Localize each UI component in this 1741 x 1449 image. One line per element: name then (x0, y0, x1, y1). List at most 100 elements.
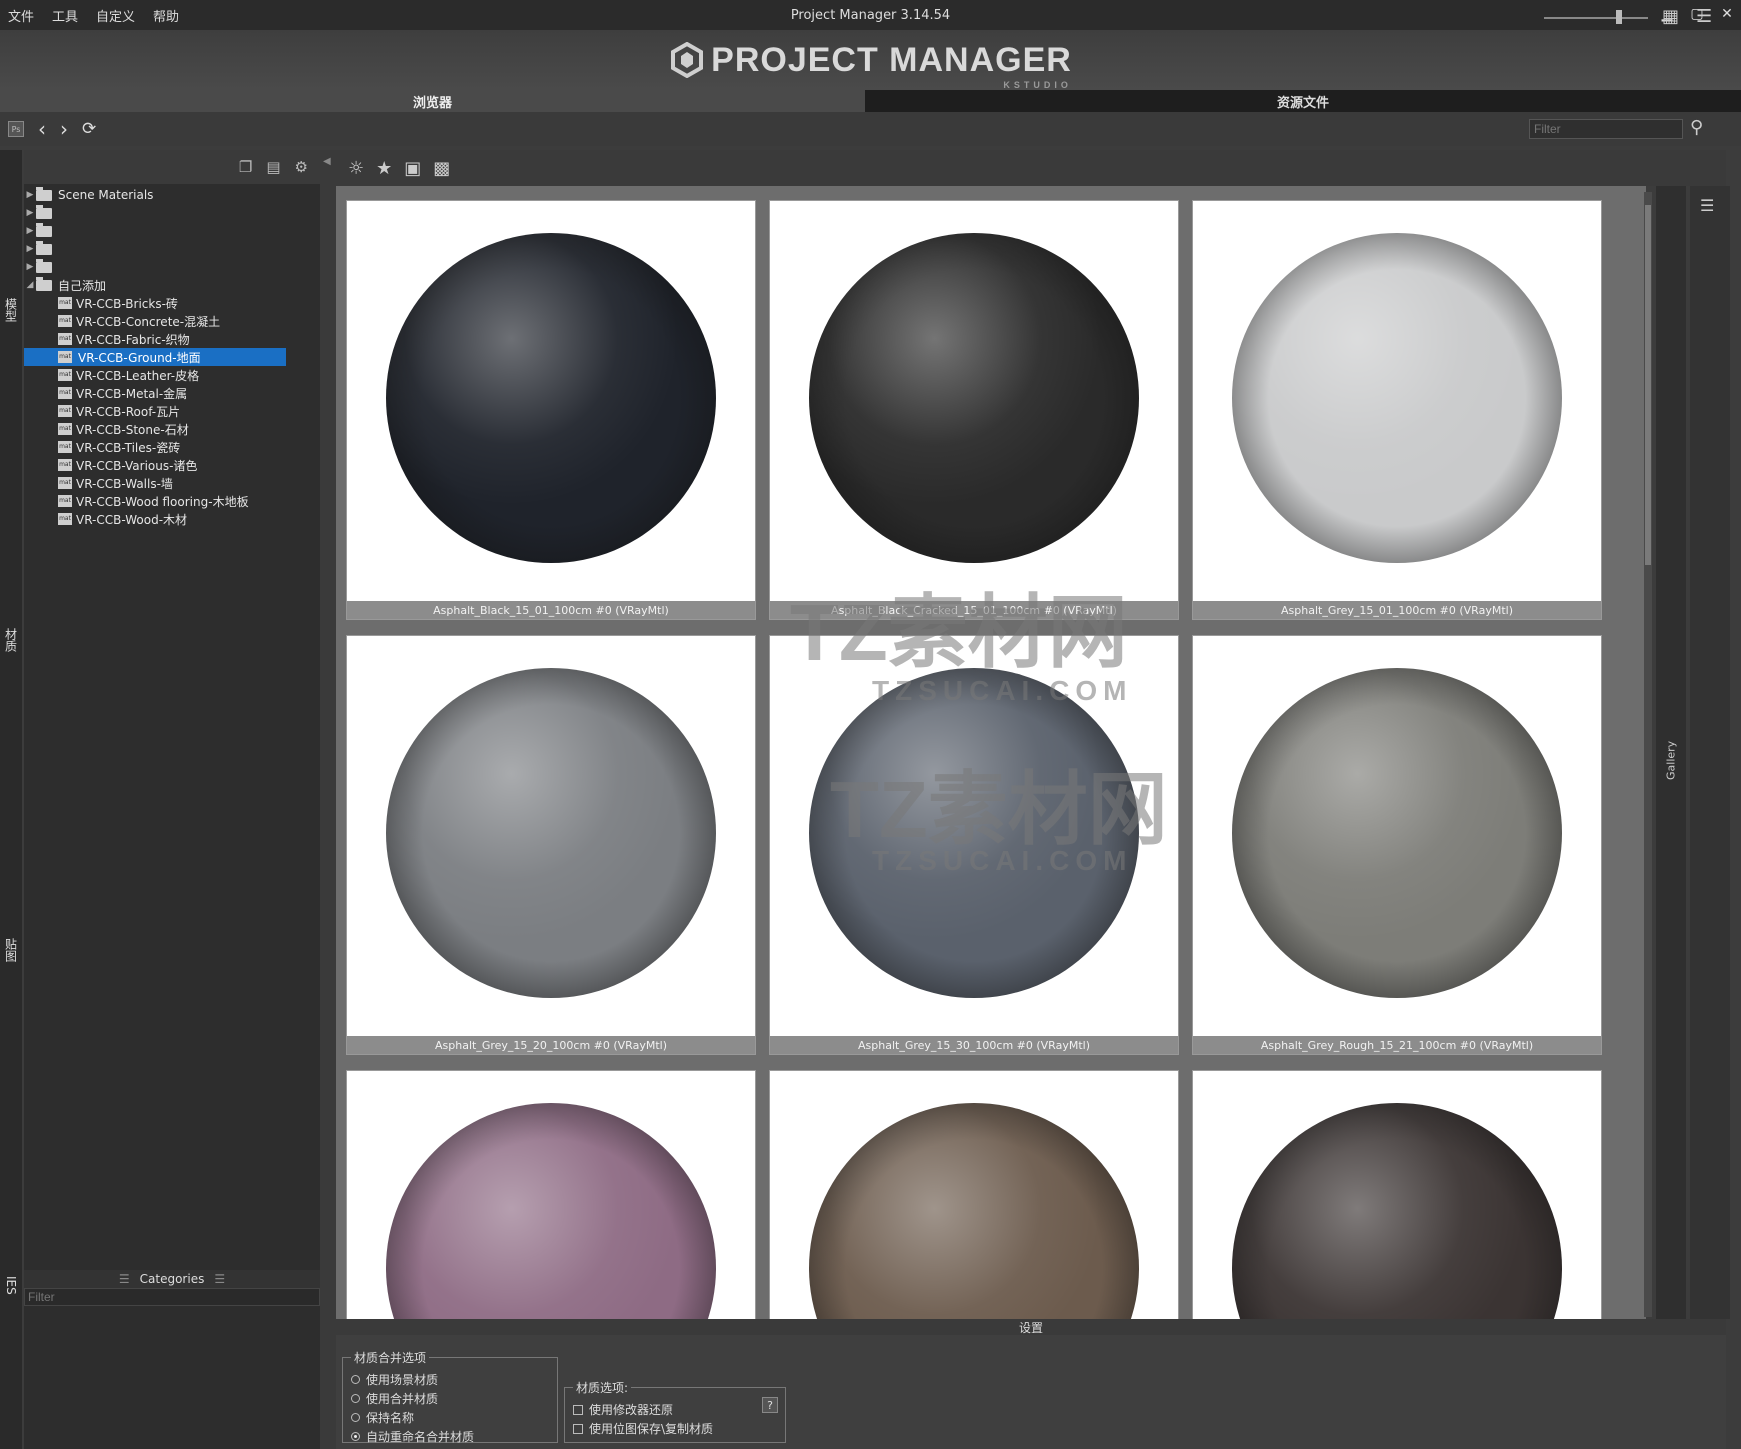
tree-folder-custom[interactable]: ◢ 自己添加 (24, 276, 320, 294)
render-preview-icon[interactable]: ▣ (404, 158, 421, 179)
material-card[interactable]: Asphalt_Grey_15_20_100cm #0 (VRayMtl) (346, 635, 756, 1055)
side-tab-models[interactable]: 模型 (0, 280, 22, 340)
tree-material-library[interactable]: mat VR-CCB-Wood-木材 (24, 510, 320, 528)
tab-browser[interactable]: 浏览器 (0, 90, 865, 112)
slider-handle[interactable] (1616, 10, 1622, 24)
side-tab-ies[interactable]: IES (0, 1260, 22, 1310)
render-all-icon[interactable]: ▩ (433, 158, 450, 179)
menu-bar: 文件 工具 自定义 帮助 (4, 6, 193, 25)
list-view-icon[interactable]: ☰ (1700, 196, 1714, 215)
categories-list (24, 1306, 320, 1449)
categories-filter-input[interactable] (24, 1288, 320, 1306)
collapse-left-icon[interactable]: ◀ (323, 156, 331, 167)
tree-material-library[interactable]: mat VR-CCB-Fabric-织物 (24, 330, 320, 348)
window-icon[interactable]: ❐ (239, 158, 252, 176)
tree-folder[interactable]: ▶ (24, 258, 320, 276)
menu-file[interactable]: 文件 (4, 6, 48, 25)
radio-icon[interactable] (351, 1432, 360, 1441)
tree-material-library[interactable]: mat VR-CCB-Ground-地面 (24, 348, 286, 366)
merge-option-radio[interactable]: 使用场景材质 (351, 1370, 549, 1389)
merge-option-radio[interactable]: 保持名称 (351, 1408, 549, 1427)
expand-icon[interactable]: ▶ (24, 262, 36, 272)
close-icon[interactable]: ✕ (1719, 4, 1735, 24)
refresh-icon[interactable]: ⟳ (82, 119, 96, 139)
tab-assets[interactable]: 资源文件 (865, 90, 1741, 112)
menu-tools[interactable]: 工具 (48, 6, 92, 25)
settings-header[interactable]: 设置 (336, 1319, 1726, 1335)
material-name: Asphalt_Grey_Rough_15_21_100cm #0 (VRayM… (1193, 1036, 1601, 1054)
material-card[interactable]: Asphalt_Black_Cracked_15_01_100cm #0 (VR… (769, 200, 1179, 620)
scrollbar-thumb[interactable] (1645, 205, 1651, 565)
filter-input[interactable] (1529, 119, 1683, 139)
panel-splitter[interactable]: ◀ (320, 150, 336, 1449)
tree-folder-scene-materials[interactable]: ▶ Scene Materials (24, 186, 320, 204)
expand-icon[interactable]: ▶ (24, 226, 36, 236)
material-option-checkbox[interactable]: 使用位图保存\复制材质 (573, 1419, 777, 1438)
side-tab-materials[interactable]: 材质 (0, 600, 22, 680)
material-option-checkbox[interactable]: 使用修改器还原 (573, 1400, 777, 1419)
checkbox-icon[interactable] (573, 1423, 583, 1434)
tree-material-library[interactable]: mat VR-CCB-Various-诸色 (24, 456, 320, 474)
material-card[interactable]: Asphalt_Black_15_01_100cm #0 (VRayMtl) (346, 200, 756, 620)
material-card[interactable] (346, 1070, 756, 1319)
merge-option-radio[interactable]: 自动重命名合并材质 (351, 1427, 549, 1446)
tree-material-library[interactable]: mat VR-CCB-Concrete-混凝土 (24, 312, 320, 330)
photoshop-icon[interactable]: Ps (8, 121, 24, 137)
tree-folder[interactable]: ▶ (24, 240, 320, 258)
search-icon[interactable]: ⚲ (1690, 117, 1703, 138)
tree-material-library[interactable]: mat VR-CCB-Walls-墙 (24, 474, 320, 492)
folder-icon (36, 258, 52, 273)
side-tab-maps[interactable]: 贴图 (0, 910, 22, 990)
expand-icon[interactable]: ▶ (24, 190, 36, 200)
material-card[interactable] (1192, 1070, 1602, 1319)
layout-icon[interactable]: ▤ (266, 158, 280, 176)
material-card[interactable]: Asphalt_Grey_15_30_100cm #0 (VRayMtl) (769, 635, 1179, 1055)
material-options-title: 材质选项: (576, 1381, 629, 1395)
tree-folder-label: 自己添加 (58, 278, 107, 293)
logo-banner: PROJECT MANAGER KSTUDIO (0, 30, 1741, 90)
menu-customize[interactable]: 自定义 (92, 6, 149, 25)
material-card[interactable]: Asphalt_Grey_Rough_15_21_100cm #0 (VRayM… (1192, 635, 1602, 1055)
radio-icon[interactable] (351, 1375, 360, 1384)
material-options-list: 使用修改器还原 使用位图保存\复制材质 (573, 1400, 777, 1438)
tree-folder[interactable]: ▶ (24, 204, 320, 222)
main-tabs: 浏览器 资源文件 (0, 90, 1741, 112)
material-card[interactable] (769, 1070, 1179, 1319)
help-button[interactable]: ? (762, 1397, 778, 1413)
forward-icon[interactable]: › (60, 117, 68, 141)
tree-material-library[interactable]: mat VR-CCB-Stone-石材 (24, 420, 320, 438)
back-icon[interactable]: ‹ (38, 117, 46, 141)
expand-icon[interactable]: ▶ (24, 244, 36, 254)
categories-title: Categories (139, 1272, 205, 1286)
assign-material-icon[interactable]: ★ (376, 158, 392, 179)
radio-icon[interactable] (351, 1413, 360, 1422)
menu-help[interactable]: 帮助 (149, 6, 193, 25)
tree-material-library[interactable]: mat VR-CCB-Leather-皮格 (24, 366, 320, 384)
tree-material-library[interactable]: mat VR-CCB-Roof-瓦片 (24, 402, 320, 420)
gear-icon[interactable]: ⚙ (295, 158, 308, 176)
tree-material-library[interactable]: mat VR-CCB-Metal-金属 (24, 384, 320, 402)
tree-panel: ❐ ▤ ⚙ ▶ Scene Materials ▶ ▶ ▶ ▶ ◢ 自己添加 mat… (24, 150, 320, 1270)
collapse-icon[interactable]: ◢ (24, 280, 36, 290)
material-library-icon: mat (58, 477, 72, 489)
tree-item-label: VR-CCB-Wood flooring-木地板 (76, 494, 249, 509)
checkbox-icon[interactable] (573, 1404, 583, 1415)
categories-header[interactable]: ☰ Categories ☰ (24, 1270, 320, 1288)
tree-item-label: VR-CCB-Leather-皮格 (76, 368, 200, 383)
tree-folder[interactable]: ▶ (24, 222, 320, 240)
material-library-icon: mat (58, 405, 72, 417)
expand-icon[interactable]: ▶ (24, 208, 36, 218)
tree-material-library[interactable]: mat VR-CCB-Tiles-瓷砖 (24, 438, 320, 456)
load-material-icon[interactable]: ☼ (348, 158, 364, 179)
thumbnail-size-slider[interactable] (1544, 17, 1648, 19)
option-label: 使用场景材质 (366, 1373, 439, 1387)
sort-icon[interactable]: ☰ (1696, 6, 1712, 27)
radio-icon[interactable] (351, 1394, 360, 1403)
merge-option-radio[interactable]: 使用合并材质 (351, 1389, 549, 1408)
tree-material-library[interactable]: mat VR-CCB-Wood flooring-木地板 (24, 492, 320, 510)
tree-item-label: VR-CCB-Fabric-织物 (76, 332, 190, 347)
material-card[interactable]: Asphalt_Grey_15_01_100cm #0 (VRayMtl) (1192, 200, 1602, 620)
tree-material-library[interactable]: mat VR-CCB-Bricks-砖 (24, 294, 320, 312)
grid-view-icon[interactable]: ▦ (1662, 6, 1679, 27)
gallery-label[interactable]: Gallery (1656, 720, 1686, 800)
